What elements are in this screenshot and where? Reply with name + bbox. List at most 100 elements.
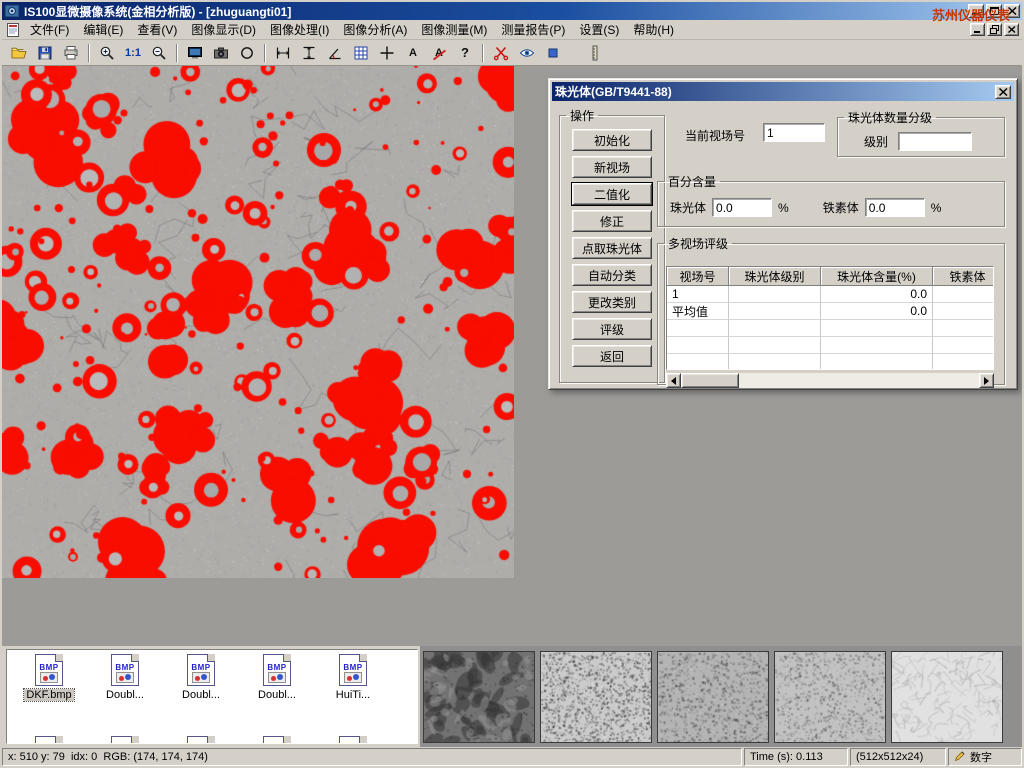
table-header-row: 视场号 珠光体级别 珠光体含量(%) 铁素体 xyxy=(667,267,993,286)
menu-view[interactable]: 查看(V) xyxy=(130,19,184,40)
mode-label: 数字 xyxy=(970,749,992,765)
thumbnail-image[interactable] xyxy=(423,651,535,743)
preview-button[interactable] xyxy=(514,41,540,64)
list-item-partial[interactable]: BMP xyxy=(13,735,85,744)
text-delete-button[interactable]: A xyxy=(426,41,452,64)
measure-height-button[interactable] xyxy=(296,41,322,64)
col-pearlite-grade: 珠光体级别 xyxy=(729,267,821,286)
multifield-group: 多视场评级 视场号 珠光体级别 珠光体含量(%) 铁素体 1 0.0 xyxy=(657,235,1005,385)
bmp-file-icon: BMP xyxy=(110,736,140,744)
help-button[interactable]: ? xyxy=(452,41,478,64)
change-class-button[interactable]: 更改类别 xyxy=(572,291,652,313)
cut-button[interactable] xyxy=(488,41,514,64)
bmp-file-icon: BMP xyxy=(34,736,64,744)
pick-pearlite-button[interactable]: 点取珠光体 xyxy=(572,237,652,259)
menu-edit[interactable]: 编辑(E) xyxy=(76,19,130,40)
operations-group-label: 操作 xyxy=(566,107,598,124)
menu-settings[interactable]: 设置(S) xyxy=(572,19,626,40)
crosshair-button[interactable] xyxy=(374,41,400,64)
bmp-file-icon: BMP xyxy=(262,654,292,686)
menu-image-analysis[interactable]: 图像分析(A) xyxy=(336,19,414,40)
child-restore-button[interactable] xyxy=(987,23,1002,36)
target-button[interactable] xyxy=(234,41,260,64)
table-row-empty xyxy=(667,354,993,370)
scroll-left-button[interactable] xyxy=(666,373,681,388)
app-icon xyxy=(4,3,20,19)
binarize-button[interactable]: 二值化 xyxy=(572,183,652,205)
measure-width-button[interactable] xyxy=(270,41,296,64)
menu-image-display[interactable]: 图像显示(D) xyxy=(184,19,263,40)
col-ferrite: 铁素体 xyxy=(933,267,994,286)
thumbnail-strip xyxy=(420,646,1022,747)
dialog-close-button[interactable] xyxy=(995,85,1011,99)
list-item-partial[interactable]: BMP xyxy=(165,735,237,744)
child-minimize-button[interactable] xyxy=(970,23,985,36)
ruler-button[interactable] xyxy=(582,41,608,64)
document-icon[interactable] xyxy=(5,22,21,38)
percent-group: 百分含量 珠光体 % 铁素体 % xyxy=(657,173,1005,227)
list-item-partial[interactable]: BMP xyxy=(241,735,313,744)
text-annotate-button[interactable]: A xyxy=(400,41,426,64)
open-button[interactable] xyxy=(6,41,32,64)
menu-measure-report[interactable]: 测量报告(P) xyxy=(494,19,572,40)
marker-button[interactable] xyxy=(540,41,566,64)
menu-file[interactable]: 文件(F) xyxy=(23,19,76,40)
list-item[interactable]: BMP Doubl... xyxy=(89,653,161,704)
toolbar-separator xyxy=(88,44,90,62)
correct-button[interactable]: 修正 xyxy=(572,210,652,232)
bmp-file-icon: BMP xyxy=(186,736,216,744)
new-field-button[interactable]: 新视场 xyxy=(572,156,652,178)
pearlite-input[interactable] xyxy=(712,198,772,217)
scrollbar-track[interactable] xyxy=(681,373,979,388)
cell-percent: 0.0 xyxy=(821,303,933,320)
zoom-out-button[interactable] xyxy=(146,41,172,64)
menu-bar: 文件(F) 编辑(E) 查看(V) 图像显示(D) 图像处理(I) 图像分析(A… xyxy=(2,20,1022,40)
grade-button[interactable]: 评级 xyxy=(572,318,652,340)
current-field-input[interactable] xyxy=(763,123,825,142)
toolbar-separator xyxy=(176,44,178,62)
red-scissors-icon xyxy=(493,45,509,61)
scroll-right-button[interactable] xyxy=(979,373,994,388)
dialog-title-bar[interactable]: 珠光体(GB/T9441-88) xyxy=(552,82,1014,101)
cell-grade xyxy=(729,286,821,303)
thumbnail-image[interactable] xyxy=(657,651,769,743)
bmp-file-icon: BMP xyxy=(338,654,368,686)
capture-button[interactable] xyxy=(208,41,234,64)
menu-image-process[interactable]: 图像处理(I) xyxy=(263,19,336,40)
file-name: DKF.bmp xyxy=(24,689,73,701)
time-readout: Time (s): 0.113 xyxy=(744,748,848,766)
metallograph-image[interactable] xyxy=(2,66,514,578)
child-close-button[interactable] xyxy=(1004,23,1019,36)
menu-image-measure[interactable]: 图像测量(M) xyxy=(414,19,494,40)
scrollbar-thumb[interactable] xyxy=(681,373,739,388)
thumbnail-image[interactable] xyxy=(540,651,652,743)
init-button[interactable]: 初始化 xyxy=(572,129,652,151)
list-item[interactable]: BMP Doubl... xyxy=(165,653,237,704)
ferrite-input[interactable] xyxy=(865,198,925,217)
table-row[interactable]: 平均值 0.0 xyxy=(667,303,993,320)
print-button[interactable] xyxy=(58,41,84,64)
list-item-partial[interactable]: BMP xyxy=(317,735,389,744)
return-button[interactable]: 返回 xyxy=(572,345,652,367)
auto-classify-button[interactable]: 自动分类 xyxy=(572,264,652,286)
list-item[interactable]: BMP HuiTi... xyxy=(317,653,389,704)
zoom-in-button[interactable] xyxy=(94,41,120,64)
title-bar[interactable]: IS100显微摄像系统(金相分析版) - [zhuguangti01] xyxy=(2,2,1022,20)
cell-ferrite xyxy=(933,286,994,303)
list-item-partial[interactable]: BMP xyxy=(89,735,161,744)
grid-button[interactable] xyxy=(348,41,374,64)
table-row[interactable]: 1 0.0 xyxy=(667,286,993,303)
video-display-button[interactable] xyxy=(182,41,208,64)
list-item[interactable]: BMP DKF.bmp xyxy=(13,653,85,704)
grade-input[interactable] xyxy=(898,132,972,151)
list-item[interactable]: BMP Doubl... xyxy=(241,653,313,704)
actual-size-button[interactable]: 1:1 xyxy=(120,41,146,64)
thumbnail-image[interactable] xyxy=(774,651,886,743)
vendor-watermark: 苏州仪器仪表 xyxy=(932,5,1010,24)
table-horizontal-scrollbar xyxy=(666,373,994,388)
menu-help[interactable]: 帮助(H) xyxy=(626,19,681,40)
measure-angle-button[interactable] xyxy=(322,41,348,64)
save-button[interactable] xyxy=(32,41,58,64)
thumbnail-image[interactable] xyxy=(891,651,1003,743)
dialog-title: 珠光体(GB/T9441-88) xyxy=(555,83,995,100)
